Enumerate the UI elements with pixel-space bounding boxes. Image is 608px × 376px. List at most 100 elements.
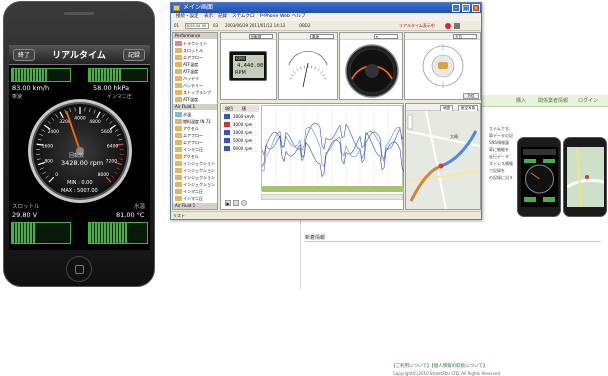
map-view[interactable] bbox=[406, 111, 480, 209]
web-nav-dealers[interactable]: 関係業者情報 bbox=[533, 96, 573, 106]
list-item-label: エアフロー bbox=[183, 133, 203, 138]
item-icon bbox=[175, 140, 182, 145]
item-icon bbox=[175, 97, 182, 102]
home-icon bbox=[75, 265, 84, 274]
list-item-label: インジェクション bbox=[183, 168, 215, 173]
quit-button[interactable]: 終了 bbox=[13, 49, 35, 61]
item-icon bbox=[175, 133, 182, 138]
play-icon[interactable]: ▶ bbox=[225, 200, 231, 206]
list-item[interactable]: インジェクション bbox=[174, 174, 217, 181]
speed-bar bbox=[11, 68, 71, 82]
divider bbox=[305, 241, 601, 242]
stop-icon[interactable] bbox=[454, 23, 460, 29]
menu-system[interactable]: ステムクロ bbox=[229, 13, 257, 21]
list-item[interactable]: エアフロー bbox=[174, 139, 217, 146]
graph-table-row[interactable]: 3000 rpm bbox=[222, 129, 259, 136]
web-nav-login[interactable]: ログイン bbox=[573, 96, 603, 106]
menu-connect[interactable]: 接続・設定 bbox=[173, 13, 202, 21]
series-color-swatch bbox=[224, 114, 230, 119]
list-item[interactable]: ストップランプ bbox=[174, 89, 217, 96]
analog-tick bbox=[324, 78, 327, 79]
list-item[interactable]: スロットル bbox=[174, 47, 217, 54]
trend-line bbox=[262, 132, 404, 176]
record-icon[interactable] bbox=[445, 23, 451, 29]
map-pane: 地図 航空写真 大崎 bbox=[405, 103, 481, 210]
horizontal-scrollbar[interactable] bbox=[261, 194, 403, 200]
list-item[interactable]: ATF温度 bbox=[174, 96, 217, 103]
record-button[interactable]: 記録 bbox=[123, 49, 145, 61]
pressure-bar bbox=[88, 68, 148, 82]
web-phone-map-art bbox=[567, 147, 604, 207]
trend-chart bbox=[262, 106, 404, 192]
iphone-screen: 終了 リアルタイム 記録 83.00 km/h 車速 58.00 hkPa イン… bbox=[9, 45, 150, 250]
list-item-label: ATF温度 bbox=[183, 69, 198, 74]
list-item-label: アクセル bbox=[183, 126, 199, 131]
list-item[interactable]: インジェクション bbox=[174, 167, 217, 174]
list-item[interactable]: トラクション bbox=[174, 40, 217, 47]
list-item[interactable]: バッテリ bbox=[174, 75, 217, 82]
item-icon bbox=[175, 41, 182, 46]
list-item[interactable]: アクセル bbox=[174, 153, 217, 160]
graph-table-row[interactable]: 6000 rpm bbox=[222, 145, 259, 152]
window-title: メイン画面 bbox=[183, 4, 213, 11]
analog-dial bbox=[279, 41, 337, 99]
table-header-cell: 値 bbox=[242, 105, 246, 112]
footer-links[interactable]: 【ご利用について】【個人情報の取扱について】 bbox=[391, 363, 487, 369]
record-icon[interactable] bbox=[241, 200, 247, 206]
close-icon[interactable]: × bbox=[472, 4, 480, 12]
compass-dial bbox=[419, 42, 467, 90]
menu-view[interactable]: 表示 bbox=[201, 13, 216, 21]
series-value: 4000 rpm bbox=[233, 121, 253, 128]
list-item[interactable]: エアフロー bbox=[174, 54, 217, 61]
copyright: Copyright(C)2010 StreetStar LTD. All Rig… bbox=[393, 371, 500, 376]
list-item[interactable]: インジェクション bbox=[174, 181, 217, 188]
list-item[interactable]: ATF温度 bbox=[174, 61, 217, 68]
list-item-label: バッテリ bbox=[183, 76, 199, 81]
list-item[interactable]: 水温 bbox=[174, 111, 217, 118]
meter-select[interactable]: 回転数 bbox=[249, 34, 273, 39]
graph-table-row[interactable]: 5000 rpm bbox=[222, 137, 259, 144]
list-group-header[interactable]: Air Fluid 1 bbox=[173, 203, 217, 209]
minimize-icon[interactable]: – bbox=[452, 4, 460, 12]
series-color-swatch bbox=[224, 122, 230, 127]
toolbar-mode: OBD2 bbox=[299, 21, 311, 31]
menu-help[interactable]: ヘルプ bbox=[289, 13, 309, 21]
list-group-header[interactable]: Air Fluid 1 bbox=[173, 104, 217, 110]
meter-select[interactable]: 方位 bbox=[453, 34, 477, 39]
map-place-label: 大崎 bbox=[450, 134, 458, 140]
list-item[interactable]: インマニ圧 bbox=[174, 195, 217, 202]
item-icon bbox=[175, 69, 182, 74]
list-item-label: エアフロー bbox=[183, 140, 203, 145]
analog-tick bbox=[315, 67, 316, 70]
toolbar-input[interactable]: 3053 04 00 bbox=[185, 23, 209, 29]
list-item[interactable]: ATF温度 bbox=[174, 68, 217, 75]
analog-tick bbox=[322, 75, 325, 77]
list-item-label: インジェクション bbox=[183, 175, 215, 180]
graph-table-row[interactable]: 3000 km/h bbox=[222, 113, 259, 120]
list-item-label: ATF温度 bbox=[183, 62, 198, 67]
toolbar: 01 3053 04 00 03 2003/06/29 2011/01/12 1… bbox=[171, 21, 481, 31]
analog-tick bbox=[304, 65, 305, 68]
stop-icon[interactable] bbox=[233, 200, 239, 206]
list-item[interactable]: エアフロー bbox=[174, 132, 217, 139]
list-item[interactable]: インマニ圧 bbox=[174, 188, 217, 195]
list-item[interactable]: インマニ圧 bbox=[174, 146, 217, 153]
graph-table-row[interactable]: 4000 rpm bbox=[222, 121, 259, 128]
window-titlebar[interactable]: メイン画面 – □ × bbox=[171, 3, 481, 13]
gauge-tick-label: 1600 bbox=[42, 143, 54, 149]
analog-tick bbox=[318, 69, 320, 71]
maximize-icon[interactable]: □ bbox=[462, 4, 470, 12]
compass-button[interactable]: 方位 bbox=[463, 93, 479, 99]
home-button[interactable] bbox=[66, 256, 92, 282]
meter-select[interactable]: 車速 bbox=[310, 34, 334, 39]
list-item[interactable]: 燃料温度 IN 71 bbox=[174, 118, 217, 125]
gauge-tick-label: 800 bbox=[44, 159, 53, 165]
list-item[interactable]: インジェクション bbox=[174, 160, 217, 167]
web-nav-purchase[interactable]: 購入 bbox=[506, 96, 536, 106]
list-item[interactable]: バッテリー bbox=[174, 82, 217, 89]
pressure-value: 58.00 hkPa bbox=[93, 84, 129, 92]
list-item[interactable]: アクセル bbox=[174, 125, 217, 132]
list-group-header[interactable]: Performance bbox=[173, 33, 217, 39]
meter-select[interactable]: ▾ bbox=[374, 34, 398, 39]
menu-record[interactable]: 記録 bbox=[215, 13, 230, 21]
